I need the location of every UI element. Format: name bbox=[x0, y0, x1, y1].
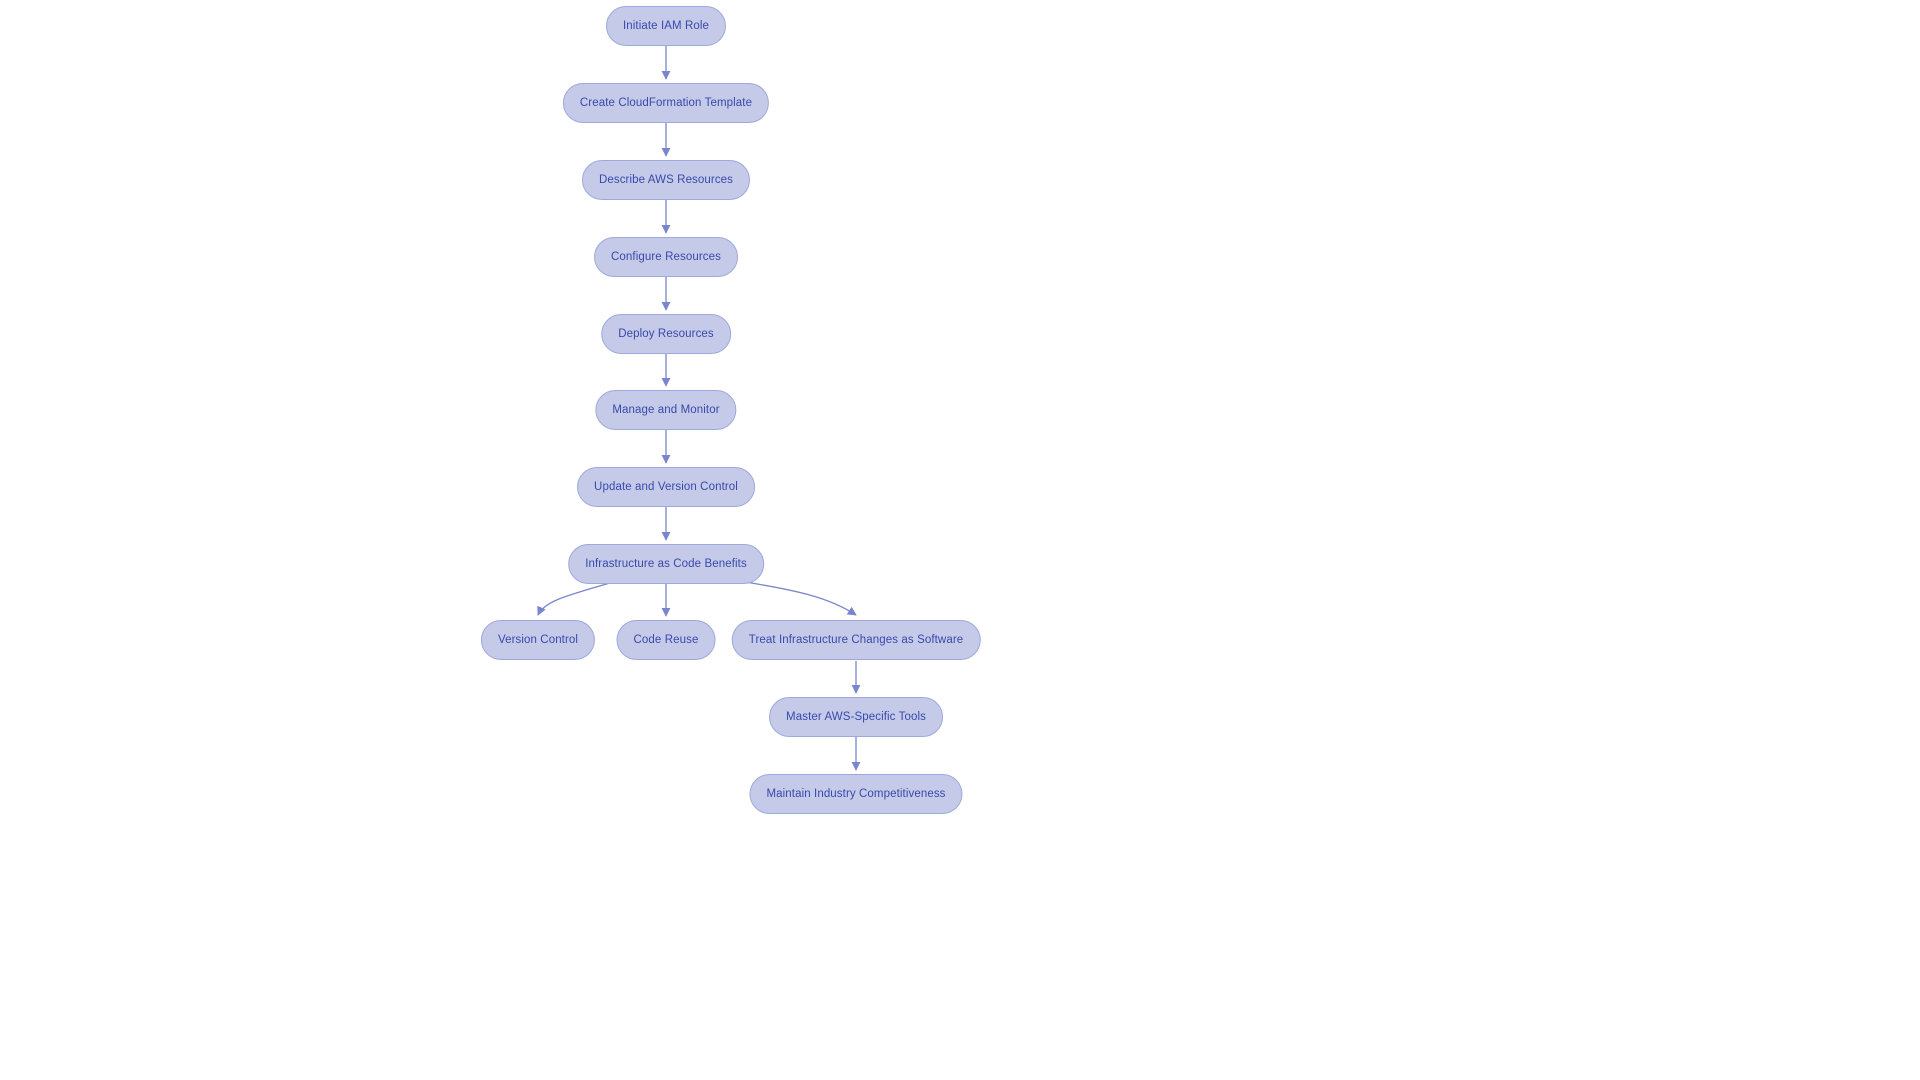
node-describe-aws-resources[interactable]: Describe AWS Resources bbox=[582, 160, 750, 200]
node-label: Infrastructure as Code Benefits bbox=[585, 558, 747, 570]
node-label: Version Control bbox=[498, 634, 578, 646]
node-label: Master AWS-Specific Tools bbox=[786, 711, 926, 723]
node-maintain-industry-competitiveness[interactable]: Maintain Industry Competitiveness bbox=[749, 774, 962, 814]
node-deploy-resources[interactable]: Deploy Resources bbox=[601, 314, 731, 354]
flowchart-canvas: Initiate IAM Role Create CloudFormation … bbox=[0, 0, 1920, 1080]
node-infrastructure-as-code-benefits[interactable]: Infrastructure as Code Benefits bbox=[568, 544, 764, 584]
node-label: Create CloudFormation Template bbox=[580, 97, 752, 109]
node-master-aws-specific-tools[interactable]: Master AWS-Specific Tools bbox=[769, 697, 943, 737]
node-configure-resources[interactable]: Configure Resources bbox=[594, 237, 738, 277]
node-label: Initiate IAM Role bbox=[623, 20, 709, 32]
node-label: Code Reuse bbox=[634, 634, 699, 646]
node-label: Configure Resources bbox=[611, 251, 721, 263]
node-update-and-version-control[interactable]: Update and Version Control bbox=[577, 467, 755, 507]
node-label: Maintain Industry Competitiveness bbox=[766, 788, 945, 800]
node-initiate-iam-role[interactable]: Initiate IAM Role bbox=[606, 6, 726, 46]
node-label: Deploy Resources bbox=[618, 328, 714, 340]
node-create-cloudformation-template[interactable]: Create CloudFormation Template bbox=[563, 83, 769, 123]
node-label: Update and Version Control bbox=[594, 481, 738, 493]
node-label: Manage and Monitor bbox=[612, 404, 719, 416]
node-code-reuse[interactable]: Code Reuse bbox=[617, 620, 716, 660]
node-treat-infrastructure-changes-as-software[interactable]: Treat Infrastructure Changes as Software bbox=[732, 620, 981, 660]
node-label: Treat Infrastructure Changes as Software bbox=[749, 634, 964, 646]
node-version-control[interactable]: Version Control bbox=[481, 620, 595, 660]
edges-layer bbox=[0, 0, 1920, 1080]
node-label: Describe AWS Resources bbox=[599, 174, 733, 186]
edge-n8-n9 bbox=[538, 580, 620, 615]
node-manage-and-monitor[interactable]: Manage and Monitor bbox=[595, 390, 736, 430]
